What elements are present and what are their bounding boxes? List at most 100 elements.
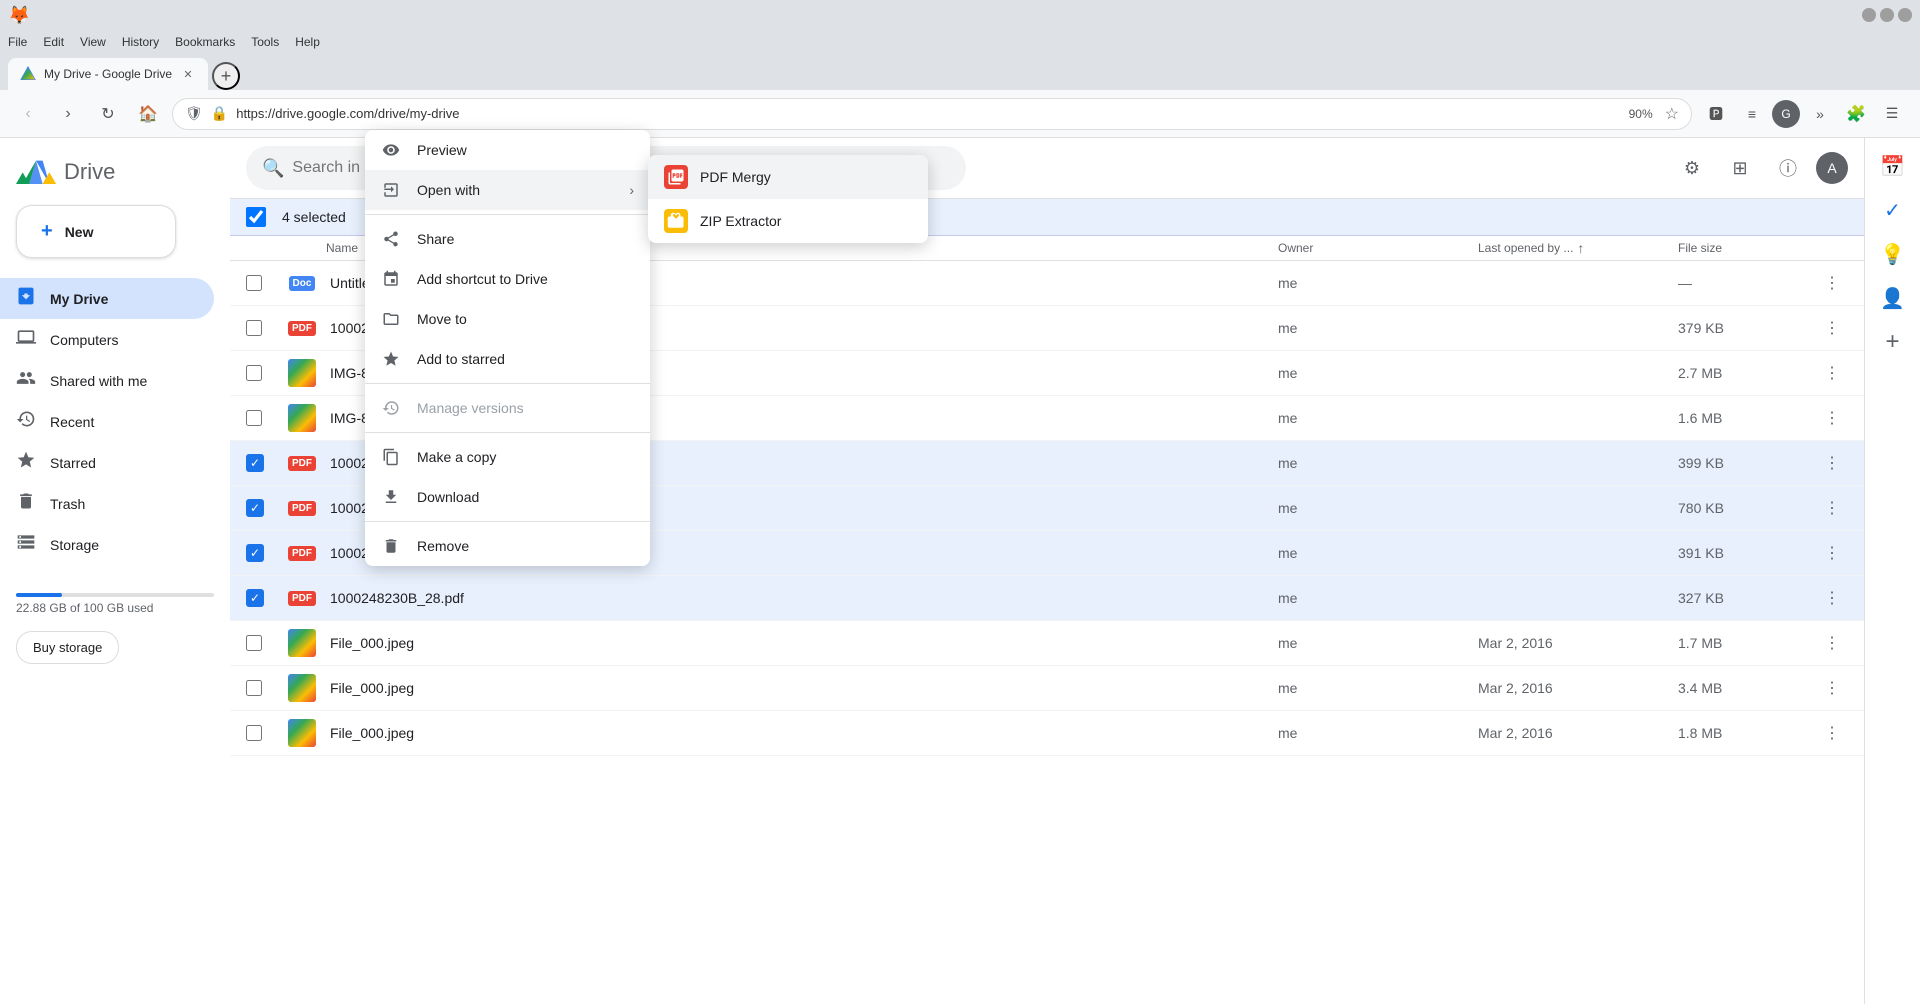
- header-opened-col[interactable]: Last opened by ... ↑: [1478, 240, 1678, 256]
- new-button[interactable]: + New: [16, 205, 176, 258]
- tasks-button[interactable]: ✓: [1873, 190, 1913, 230]
- sidebar-item-my-drive[interactable]: My Drive: [0, 278, 214, 319]
- row-checkbox[interactable]: [246, 275, 262, 291]
- file-actions: ⋮: [1798, 357, 1848, 389]
- row-checkbox[interactable]: [246, 725, 262, 741]
- context-menu-add-to-starred[interactable]: Add to starred: [365, 339, 650, 379]
- submenu-item-pdf-mergy[interactable]: PDF Mergy: [648, 155, 928, 199]
- more-actions-button[interactable]: ⋮: [1816, 402, 1848, 434]
- file-icon: [286, 717, 318, 749]
- keep-button[interactable]: 💡: [1873, 234, 1913, 274]
- sidebar-item-starred[interactable]: Starred: [0, 442, 214, 483]
- more-actions-button[interactable]: ⋮: [1816, 357, 1848, 389]
- menu-history[interactable]: History: [122, 35, 159, 49]
- file-icon: PDF: [286, 492, 318, 524]
- contacts-button[interactable]: 👤: [1873, 278, 1913, 318]
- reading-list-button[interactable]: ≡: [1736, 98, 1768, 130]
- sidebar-item-recent[interactable]: Recent: [0, 401, 214, 442]
- more-actions-button[interactable]: ⋮: [1816, 447, 1848, 479]
- filter-button[interactable]: ⚙: [1672, 148, 1712, 188]
- tab-close-button[interactable]: ✕: [180, 66, 196, 82]
- checked-checkbox[interactable]: ✓: [246, 454, 264, 472]
- row-checkbox[interactable]: [246, 410, 262, 426]
- row-checkbox[interactable]: [246, 680, 262, 696]
- sidebar-item-label-computers: Computers: [50, 332, 118, 348]
- context-menu-share[interactable]: Share: [365, 219, 650, 259]
- file-actions: ⋮: [1798, 672, 1848, 704]
- account-button[interactable]: G: [1772, 100, 1800, 128]
- remove-icon: [381, 536, 401, 556]
- header-size-col: File size: [1678, 241, 1798, 255]
- maximize-button[interactable]: □: [1880, 8, 1894, 22]
- info-button[interactable]: ⓘ: [1768, 148, 1808, 188]
- more-actions-button[interactable]: ⋮: [1816, 717, 1848, 749]
- sidebar-item-storage[interactable]: Storage: [0, 524, 214, 565]
- row-checkbox[interactable]: [246, 365, 262, 381]
- table-row[interactable]: ✓ PDF 1000248230B_28.pdf me 327 KB ⋮: [230, 576, 1864, 621]
- extension-icon[interactable]: 🧩: [1840, 98, 1872, 130]
- context-menu-preview[interactable]: Preview: [365, 130, 650, 170]
- profile-avatar[interactable]: A: [1816, 152, 1848, 184]
- context-menu-add-shortcut[interactable]: Add shortcut to Drive: [365, 259, 650, 299]
- more-actions-button[interactable]: ⋮: [1816, 627, 1848, 659]
- pocket-button[interactable]: 🅿: [1700, 98, 1732, 130]
- pdf-type-icon: PDF: [288, 546, 316, 561]
- more-actions-button[interactable]: ⋮: [1816, 492, 1848, 524]
- more-actions-button[interactable]: ⋮: [1816, 672, 1848, 704]
- forward-button[interactable]: ›: [52, 98, 84, 130]
- buy-storage-button[interactable]: Buy storage: [16, 631, 119, 664]
- context-menu-move-to[interactable]: Move to: [365, 299, 650, 339]
- more-actions-button[interactable]: ⋮: [1816, 312, 1848, 344]
- context-menu-open-with[interactable]: Open with ›: [365, 170, 650, 210]
- address-bar[interactable]: 🛡 🔒 https://drive.google.com/drive/my-dr…: [172, 98, 1692, 130]
- sidebar-item-label-shared-with-me: Shared with me: [50, 373, 147, 389]
- table-row[interactable]: File_000.jpeg me Mar 2, 2016 1.7 MB ⋮: [230, 621, 1864, 666]
- more-actions-button[interactable]: ⋮: [1816, 267, 1848, 299]
- submenu-item-zip-extractor[interactable]: ZIP Extractor: [648, 199, 928, 243]
- menu-button[interactable]: ☰: [1876, 98, 1908, 130]
- new-tab-button[interactable]: +: [212, 62, 240, 90]
- sidebar-item-shared-with-me[interactable]: Shared with me: [0, 360, 214, 401]
- row-checkbox[interactable]: [246, 320, 262, 336]
- sidebar-item-computers[interactable]: Computers: [0, 319, 214, 360]
- checked-checkbox[interactable]: ✓: [246, 499, 264, 517]
- star-icon: [381, 349, 401, 369]
- context-menu-remove[interactable]: Remove: [365, 526, 650, 566]
- select-all-checkbox[interactable]: [246, 207, 266, 227]
- menu-bookmarks[interactable]: Bookmarks: [175, 35, 235, 49]
- zoom-level[interactable]: 90%: [1625, 107, 1657, 121]
- sidebar-item-trash[interactable]: Trash: [0, 483, 214, 524]
- checked-checkbox[interactable]: ✓: [246, 544, 264, 562]
- close-button[interactable]: ✕: [1898, 8, 1912, 22]
- more-actions-button[interactable]: ⋮: [1816, 537, 1848, 569]
- back-button[interactable]: ‹: [12, 98, 44, 130]
- file-size: 1.6 MB: [1678, 410, 1798, 426]
- table-row[interactable]: File_000.jpeg me Mar 2, 2016 3.4 MB ⋮: [230, 666, 1864, 711]
- calendar-button[interactable]: 📅: [1873, 146, 1913, 186]
- context-menu-download[interactable]: Download: [365, 477, 650, 517]
- active-tab[interactable]: My Drive - Google Drive ✕: [8, 58, 208, 90]
- pdf-mergy-icon: [664, 165, 688, 189]
- more-actions-button[interactable]: ⋮: [1816, 582, 1848, 614]
- extensions-button[interactable]: »: [1804, 98, 1836, 130]
- menu-file[interactable]: File: [8, 35, 27, 49]
- add-apps-button[interactable]: +: [1873, 322, 1913, 362]
- menu-edit[interactable]: Edit: [43, 35, 64, 49]
- menu-tools[interactable]: Tools: [251, 35, 279, 49]
- context-menu-make-copy[interactable]: Make a copy: [365, 437, 650, 477]
- menu-help[interactable]: Help: [295, 35, 320, 49]
- home-button[interactable]: 🏠: [132, 98, 164, 130]
- sidebar-item-label-recent: Recent: [50, 414, 94, 430]
- reload-button[interactable]: ↻: [92, 98, 124, 130]
- bookmark-icon[interactable]: ☆: [1665, 104, 1679, 124]
- pdf-type-icon: PDF: [288, 321, 316, 336]
- minimize-button[interactable]: —: [1862, 8, 1876, 22]
- checked-checkbox[interactable]: ✓: [246, 589, 264, 607]
- address-url[interactable]: https://drive.google.com/drive/my-drive: [236, 106, 1616, 121]
- sidebar: Drive + New My Drive Computers: [0, 138, 230, 1004]
- table-row[interactable]: File_000.jpeg me Mar 2, 2016 1.8 MB ⋮: [230, 711, 1864, 756]
- menu-view[interactable]: View: [80, 35, 106, 49]
- row-checkbox[interactable]: [246, 635, 262, 651]
- window-controls[interactable]: — □ ✕: [1862, 8, 1912, 22]
- grid-view-button[interactable]: ⊞: [1720, 148, 1760, 188]
